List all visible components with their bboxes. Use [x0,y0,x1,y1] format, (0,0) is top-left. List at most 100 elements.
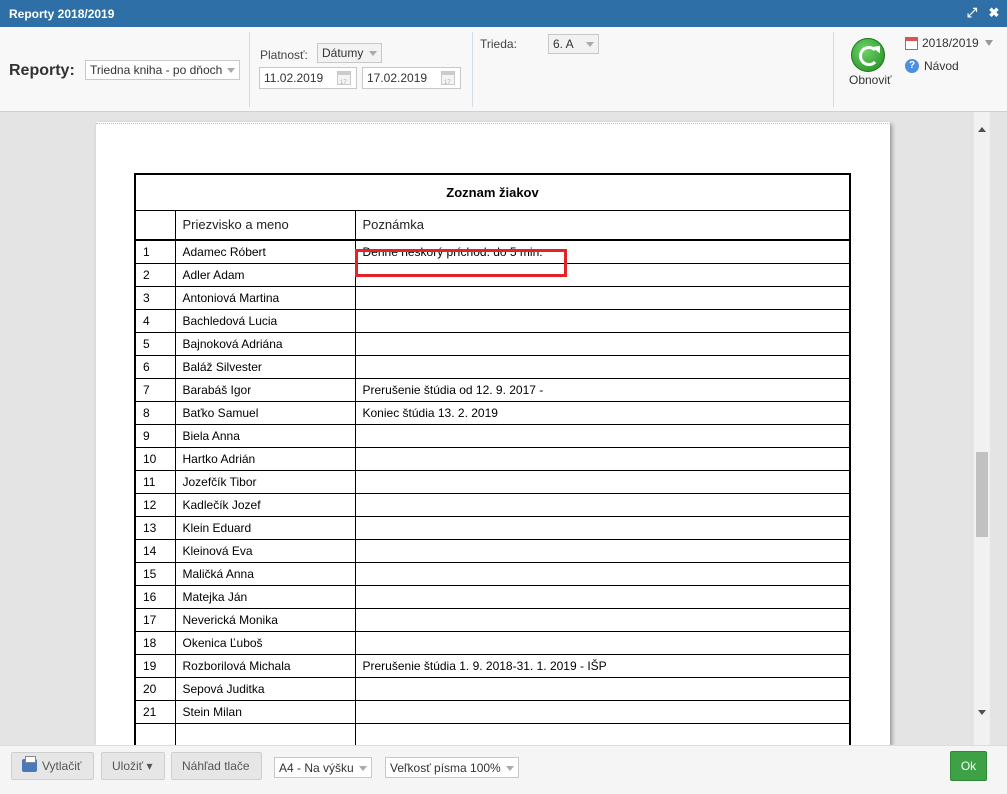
table-row: 3 Antoniová Martina [134,285,851,310]
table-row: 6 Baláž Silvester [134,354,851,379]
row-number: 15 [134,561,176,586]
chevron-down-icon [359,766,367,771]
class-select[interactable]: 6. A [548,34,599,54]
student-note: Prerušenie štúdia od 12. 9. 2017 - [354,377,851,402]
row-number: 8 [134,400,176,425]
date-to-value: 17.02.2019 [367,71,428,85]
student-name: Bachledová Lucia [174,308,356,333]
row-number: 20 [134,676,176,701]
scroll-up-icon[interactable] [978,127,986,132]
student-note [354,308,851,333]
row-number: 10 [134,446,176,471]
font-size-value: Veľkosť písma 100% [390,761,501,775]
row-number: 18 [134,630,176,655]
calendar-icon[interactable] [337,71,351,90]
class-value: 6. A [553,37,574,51]
validity-mode-value: Dátumy [322,46,364,60]
date-from-value: 11.02.2019 [264,71,324,85]
school-year-select[interactable]: 2018/2019 [905,36,993,50]
table-row: 14 Kleinová Eva [134,538,851,563]
ok-button[interactable]: Ok [950,751,987,781]
student-name: Maličká Anna [174,561,356,586]
row-number: 21 [134,699,176,724]
row-number: 5 [134,331,176,356]
row-number: 7 [134,377,176,402]
student-note: Koniec štúdia 13. 2. 2019 [354,400,851,425]
scrollbar-thumb[interactable] [976,452,988,537]
page-top-dotted-line [96,123,890,124]
vertical-scrollbar[interactable] [974,112,990,745]
student-name: Klein Eduard [174,515,356,540]
help-label: Návod [924,59,959,73]
student-note [354,331,851,356]
table-row: 21 Stein Milan [134,699,851,724]
student-name: Antoniová Martina [174,285,356,310]
student-note [354,423,851,448]
print-preview-button[interactable]: Náhľad tlače [171,752,262,780]
row-number: 13 [134,515,176,540]
student-note [354,561,851,586]
help-link[interactable]: ? Návod [905,59,959,73]
table-row [134,722,851,745]
chevron-down-icon [369,51,377,56]
student-name: Matejka Ján [174,584,356,609]
refresh-icon[interactable] [851,38,885,72]
column-header-note: Poznámka [354,209,851,241]
window-title: Reporty 2018/2019 [9,6,115,21]
student-note [354,538,851,563]
table-row: 8 Baťko Samuel Koniec štúdia 13. 2. 2019 [134,400,851,425]
row-number: 16 [134,584,176,609]
validity-label: Platnosť: [260,48,308,62]
date-from-field[interactable]: 11.02.2019 [259,67,357,90]
page-format-select[interactable]: A4 - Na výšku [274,757,372,778]
student-name: Stein Milan [174,699,356,724]
page-format-value: A4 - Na výšku [279,761,354,775]
font-size-select[interactable]: Veľkosť písma 100% [385,757,519,778]
chevron-down-icon [984,40,993,46]
chevron-down-icon [506,766,514,771]
column-header-number [134,209,176,241]
student-note [354,469,851,494]
row-number: 14 [134,538,176,563]
row-number: 12 [134,492,176,517]
table-row: 9 Biela Anna [134,423,851,448]
student-name: Okenica Ľuboš [174,630,356,655]
printer-icon [22,756,37,772]
date-to-field[interactable]: 17.02.2019 [362,67,461,90]
window-titlebar: Reporty 2018/2019 ⤢ ✖ [0,0,1007,27]
reports-label: Reporty: [9,62,75,79]
student-note [354,584,851,609]
chevron-down-icon [227,68,235,73]
student-note [354,446,851,471]
ok-button-label: Ok [960,759,977,773]
save-button[interactable]: Uložiť ▾ [101,752,165,780]
report-page: Zoznam žiakov Priezvisko a meno Poznámka… [96,122,890,745]
student-note [354,699,851,724]
student-note [354,607,851,632]
school-year-value: 2018/2019 [922,36,979,50]
close-icon[interactable]: ✖ [987,5,1001,21]
calendar-icon[interactable] [441,71,455,90]
table-row: 13 Klein Eduard [134,515,851,540]
validity-mode-select[interactable]: Dátumy [317,43,382,63]
student-name: Jozefčík Tibor [174,469,356,494]
refresh-button-label[interactable]: Obnoviť [849,73,892,87]
maximize-icon[interactable]: ⤢ [965,5,979,21]
student-name: Hartko Adrián [174,446,356,471]
student-name: Baťko Samuel [174,400,356,425]
scroll-down-icon[interactable] [978,710,986,715]
student-note [354,285,851,310]
student-note [354,676,851,701]
print-button[interactable]: Vytlačiť [11,752,94,780]
print-preview-label: Náhľad tlače [182,759,250,773]
row-number: 4 [134,308,176,333]
table-row: 11 Jozefčík Tibor [134,469,851,494]
report-type-select[interactable]: Triedna kniha - po dňoch [85,60,240,80]
student-name: Baláž Silvester [174,354,356,379]
class-label: Trieda: [480,37,517,51]
table-row: 18 Okenica Ľuboš [134,630,851,655]
row-number: 11 [134,469,176,494]
row-number: 9 [134,423,176,448]
row-number [134,722,176,745]
toolbar: Reporty: Triedna kniha - po dňoch Platno… [0,27,1007,112]
